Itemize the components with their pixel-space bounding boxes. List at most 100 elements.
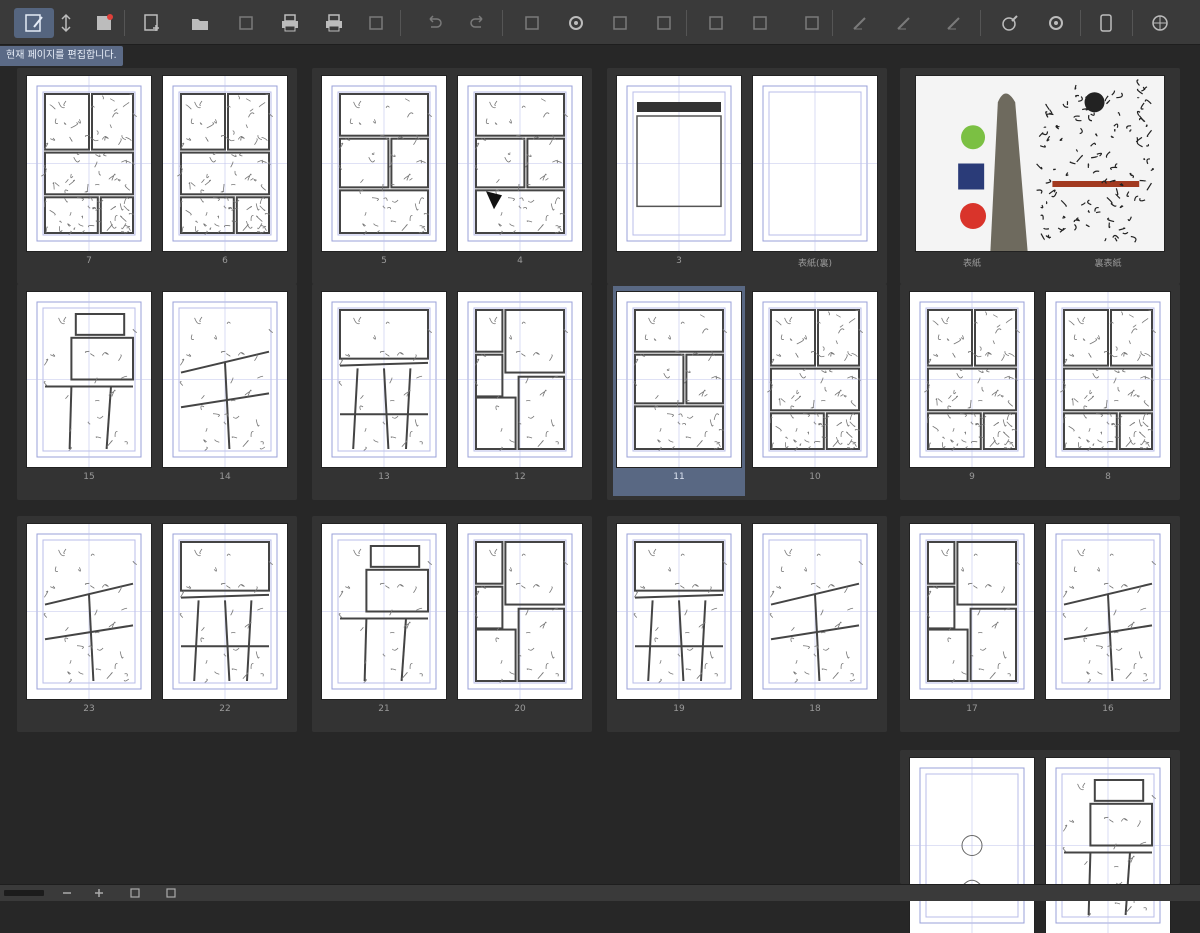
page-spread: [900, 750, 1180, 933]
crop-button[interactable]: [696, 8, 736, 38]
zoom-slider[interactable]: [4, 890, 44, 896]
palette-button[interactable]: [600, 8, 640, 38]
page-number-label: 裏表紙: [1094, 259, 1122, 269]
page-artwork: [163, 292, 287, 467]
edit-page-icon: [25, 14, 43, 32]
page-number-label: 17: [966, 704, 978, 714]
page-thumbnail[interactable]: [617, 292, 741, 467]
page-thumbnail[interactable]: [322, 76, 446, 251]
device-button[interactable]: [1086, 8, 1126, 38]
toolbar: [0, 0, 1200, 45]
page-number-label: 9: [969, 472, 975, 482]
page-thumbnail[interactable]: [617, 76, 741, 251]
page-thumbnail[interactable]: [753, 76, 877, 251]
page-number-label: 12: [514, 472, 526, 482]
settings-button[interactable]: [556, 8, 596, 38]
redo-icon: [470, 15, 483, 28]
pencil-icon: [897, 17, 910, 30]
shape-button[interactable]: [512, 8, 552, 38]
page-number-label: 15: [83, 472, 95, 482]
page-number-label: 7: [86, 256, 92, 266]
page-thumbnail[interactable]: [1046, 524, 1170, 699]
print-settings-icon: [326, 14, 342, 32]
export-button[interactable]: [226, 8, 266, 38]
page-thumbnail[interactable]: [910, 524, 1034, 699]
layer-button[interactable]: [356, 8, 396, 38]
page-artwork: [163, 76, 287, 251]
page-artwork: [910, 524, 1034, 699]
settings-icon: [569, 16, 583, 30]
undo-button[interactable]: [414, 8, 454, 38]
page-thumbnail[interactable]: [1046, 292, 1170, 467]
page-thumbnail[interactable]: [1046, 758, 1170, 933]
page-thumbnail[interactable]: [27, 76, 151, 251]
page-artwork: [27, 76, 151, 251]
page-number-label: 表紙(裏): [797, 259, 833, 269]
page-artwork: [27, 292, 151, 467]
page-artwork: [617, 292, 741, 467]
edit-page-button[interactable]: [14, 8, 54, 38]
page-thumbnail[interactable]: [458, 292, 582, 467]
web-button[interactable]: [1140, 8, 1180, 38]
open-folder-button[interactable]: [180, 8, 220, 38]
gradient-icon: [1002, 15, 1018, 31]
page-number-label: 20: [514, 704, 526, 714]
page-number-label: 22: [219, 704, 231, 714]
palette-icon: [613, 16, 627, 30]
page-artwork: [1046, 758, 1170, 933]
square-icon: [805, 16, 819, 30]
page-thumbnail[interactable]: [322, 292, 446, 467]
fit-page-icon[interactable]: [128, 887, 142, 899]
add-page-button[interactable]: [132, 8, 172, 38]
brush-button[interactable]: [934, 8, 974, 38]
page-thumbnail[interactable]: [916, 76, 1164, 251]
page-artwork: [910, 758, 1034, 933]
redo-button[interactable]: [458, 8, 498, 38]
fit-width-icon[interactable]: [164, 887, 178, 899]
device-icon: [1100, 14, 1112, 32]
shape-icon: [525, 16, 539, 30]
page-thumbnail[interactable]: [27, 292, 151, 467]
toolbar-separator: [1080, 10, 1081, 36]
clipboard-button[interactable]: [644, 8, 684, 38]
zoom-out-icon[interactable]: [60, 887, 74, 899]
page-artwork: [458, 76, 582, 251]
page-thumbnail[interactable]: [163, 524, 287, 699]
sync-button[interactable]: [1036, 8, 1076, 38]
add-page-icon: [144, 14, 159, 31]
save-button[interactable]: [84, 8, 124, 38]
clipboard-icon: [657, 16, 671, 30]
export-icon: [239, 16, 253, 30]
print-settings-button[interactable]: [314, 8, 354, 38]
toolbar-separator: [1132, 10, 1133, 36]
page-artwork: [753, 524, 877, 699]
page-thumbnail[interactable]: [458, 524, 582, 699]
page-spread: 15 14: [17, 284, 297, 500]
zoom-in-icon[interactable]: [92, 887, 106, 899]
page-thumbnail[interactable]: [753, 524, 877, 699]
status-bar: [0, 884, 1200, 901]
page-number-label: 5: [381, 256, 387, 266]
page-thumbnail[interactable]: [910, 758, 1034, 933]
page-spread: 17 16: [900, 516, 1180, 732]
page-artwork: [322, 292, 446, 467]
pen-button[interactable]: [840, 8, 880, 38]
page-number-label: 14: [219, 472, 231, 482]
page-artwork: [163, 524, 287, 699]
toolbar-separator: [832, 10, 833, 36]
page-thumbnail[interactable]: [163, 292, 287, 467]
save-icon: [97, 14, 113, 30]
page-thumbnail[interactable]: [27, 524, 151, 699]
page-thumbnail[interactable]: [163, 76, 287, 251]
page-thumbnail[interactable]: [753, 292, 877, 467]
page-thumbnail[interactable]: [617, 524, 741, 699]
page-spread: 11 10: [607, 284, 887, 500]
pencil-button[interactable]: [884, 8, 924, 38]
square-button[interactable]: [792, 8, 832, 38]
page-thumbnail[interactable]: [322, 524, 446, 699]
print-button[interactable]: [270, 8, 310, 38]
page-thumbnail[interactable]: [910, 292, 1034, 467]
scale-button[interactable]: [740, 8, 780, 38]
page-thumbnail[interactable]: [458, 76, 582, 251]
gradient-button[interactable]: [990, 8, 1030, 38]
